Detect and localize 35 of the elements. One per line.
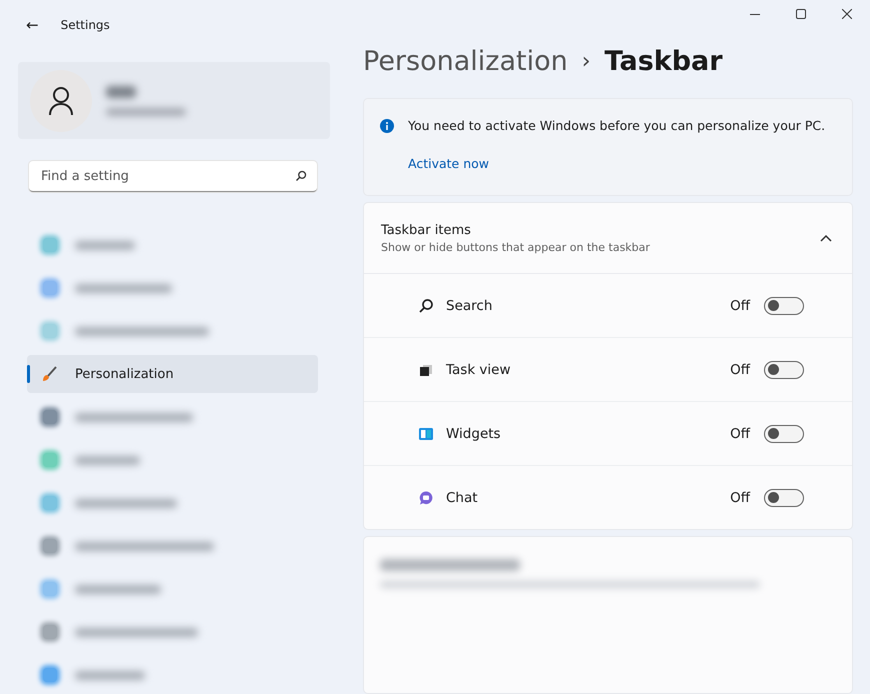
activate-link[interactable]: Activate now xyxy=(408,156,826,171)
toggle-state-label: Off xyxy=(730,298,750,314)
paintbrush-icon xyxy=(41,366,57,382)
toggle-switch[interactable] xyxy=(764,296,804,314)
search-field[interactable]: Find a setting xyxy=(29,161,317,192)
breadcrumb-separator: › xyxy=(582,48,591,74)
row-label: Task view xyxy=(446,362,511,378)
row-label: Search xyxy=(446,298,492,314)
section-title: Taskbar items xyxy=(381,222,472,238)
search-input[interactable]: Find a setting xyxy=(39,168,295,185)
back-button[interactable]: ← xyxy=(26,16,39,34)
close-icon xyxy=(842,9,852,19)
breadcrumb-parent[interactable]: Personalization xyxy=(363,46,568,76)
toggle-switch[interactable] xyxy=(764,360,804,378)
section-subtitle: Show or hide buttons that appear on the taskbar xyxy=(381,240,650,254)
toggle-state-label: Off xyxy=(730,362,750,378)
toggle-state-label: Off xyxy=(730,490,750,506)
toggle-switch[interactable] xyxy=(764,488,804,506)
toggle-switch[interactable] xyxy=(764,424,804,442)
chevron-up-icon[interactable] xyxy=(820,234,832,242)
nav-item[interactable]: Personalization xyxy=(27,355,318,393)
window-title: Settings xyxy=(60,18,110,32)
info-icon xyxy=(380,119,394,133)
row-label: Chat xyxy=(446,490,478,506)
notice-message: You need to activate Windows before you can personalize your PC. xyxy=(408,117,826,134)
row-label: Widgets xyxy=(446,426,501,442)
search-icon xyxy=(295,170,307,182)
chat-icon xyxy=(418,490,434,506)
person-icon xyxy=(48,86,74,116)
maximize-icon xyxy=(796,9,806,19)
widgets-icon xyxy=(418,426,434,442)
profile-card[interactable] xyxy=(18,62,330,140)
toggle-state-label: Off xyxy=(730,426,750,442)
page-title: Taskbar xyxy=(604,46,723,76)
search-icon xyxy=(418,298,434,314)
